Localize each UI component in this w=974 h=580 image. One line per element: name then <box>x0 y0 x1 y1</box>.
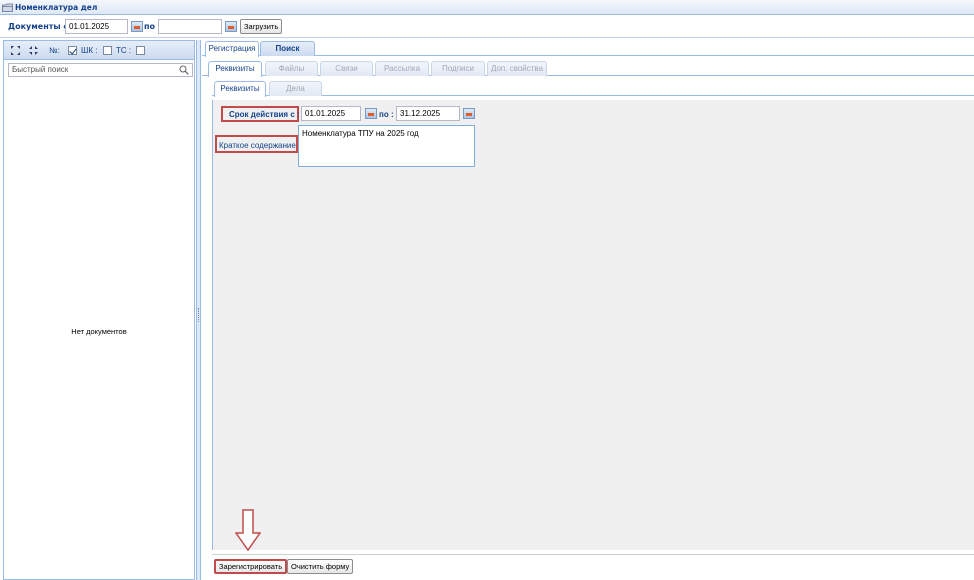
quick-search-placeholder: Быстрый поиск <box>12 65 69 74</box>
tab-files[interactable]: Файлы <box>265 61 318 76</box>
clear-form-button[interactable]: Очистить форму <box>287 559 354 574</box>
calendar-icon[interactable] <box>463 108 475 119</box>
expand-all-icon[interactable] <box>11 46 20 55</box>
calendar-icon[interactable] <box>365 108 377 119</box>
barcode-filter-checkbox[interactable] <box>103 46 112 55</box>
number-filter-label: №: <box>49 46 60 55</box>
sub-tabbar: Реквизиты Файлы Связи Рассылка Подписи Д… <box>202 60 974 77</box>
down-arrow-annotation <box>235 509 261 551</box>
validity-to-input[interactable]: 31.12.2025 <box>396 106 460 121</box>
register-button[interactable]: Зарегистрировать <box>214 559 288 574</box>
tab-signatures[interactable]: Подписи <box>431 61 485 76</box>
load-button[interactable]: Загрузить <box>240 19 283 34</box>
tab-links[interactable]: Связи <box>320 61 373 76</box>
window-title: Номенклатура дел <box>15 3 98 12</box>
action-bar: Зарегистрировать Очистить форму <box>212 554 974 578</box>
panel-splitter[interactable] <box>196 40 201 580</box>
search-icon[interactable] <box>179 65 189 75</box>
tab-inner-requisites[interactable]: Реквизиты <box>214 81 266 97</box>
validity-to-label: по : <box>379 110 394 119</box>
quick-search-input[interactable]: Быстрый поиск <box>8 63 193 77</box>
barcode-filter-label: ШК : <box>81 46 98 55</box>
validity-from-input[interactable]: 01.01.2025 <box>301 106 361 121</box>
empty-list-message: Нет документов <box>71 327 127 336</box>
docs-to-input[interactable] <box>158 19 222 34</box>
tab-mailing[interactable]: Рассылка <box>375 61 429 76</box>
ts-filter-checkbox[interactable] <box>136 46 145 55</box>
calendar-icon[interactable] <box>131 21 143 32</box>
ts-filter-label: ТС : <box>116 46 132 55</box>
tab-registration[interactable]: Регистрация <box>205 41 259 57</box>
calendar-icon[interactable] <box>225 21 237 32</box>
number-filter-checkbox[interactable] <box>68 46 77 55</box>
summary-textarea[interactable]: Номенклатура ТПУ на 2025 год <box>298 125 475 167</box>
tab-requisites[interactable]: Реквизиты <box>208 61 262 77</box>
validity-from-label: Срок действия с : <box>229 110 300 119</box>
inner-tabbar: Реквизиты Дела <box>212 80 974 97</box>
collapse-all-icon[interactable] <box>29 46 38 55</box>
documents-panel: №: ШК : ТС : Быстрый поиск Нет документо… <box>3 40 195 580</box>
folder-icon <box>2 3 13 12</box>
requisites-form: Срок действия с : 01.01.2025 по : 31.12.… <box>212 100 974 550</box>
documents-panel-toolbar: №: ШК : ТС : <box>4 41 194 60</box>
summary-label: Краткое содержание : <box>219 141 301 150</box>
tab-cases[interactable]: Дела <box>269 81 322 96</box>
window-titlebar: Номенклатура дел <box>0 0 974 15</box>
date-filter-toolbar: Документы с : 01.01.2025 по : Загрузить <box>0 16 974 38</box>
document-card: Регистрация Поиск Реквизиты Файлы Связи … <box>202 40 974 580</box>
tab-extra-properties[interactable]: Доп. свойства <box>487 61 547 76</box>
docs-from-input[interactable]: 01.01.2025 <box>65 19 128 34</box>
tab-search[interactable]: Поиск <box>260 41 315 56</box>
splitter-grip[interactable] <box>198 308 200 322</box>
main-tabbar: Регистрация Поиск <box>202 40 974 57</box>
